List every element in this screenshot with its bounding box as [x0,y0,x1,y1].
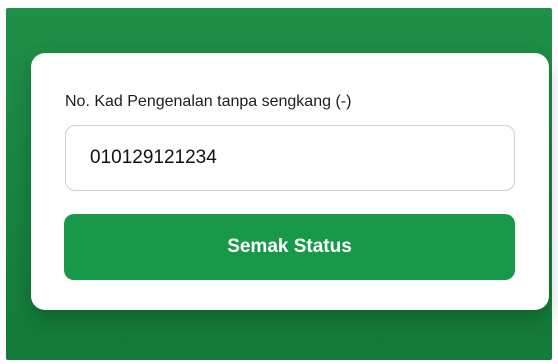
status-check-card: No. Kad Pengenalan tanpa sengkang (-) Se… [31,53,549,310]
check-status-button[interactable]: Semak Status [64,214,515,280]
ic-number-label: No. Kad Pengenalan tanpa sengkang (-) [65,93,352,110]
ic-number-input[interactable] [65,125,515,191]
